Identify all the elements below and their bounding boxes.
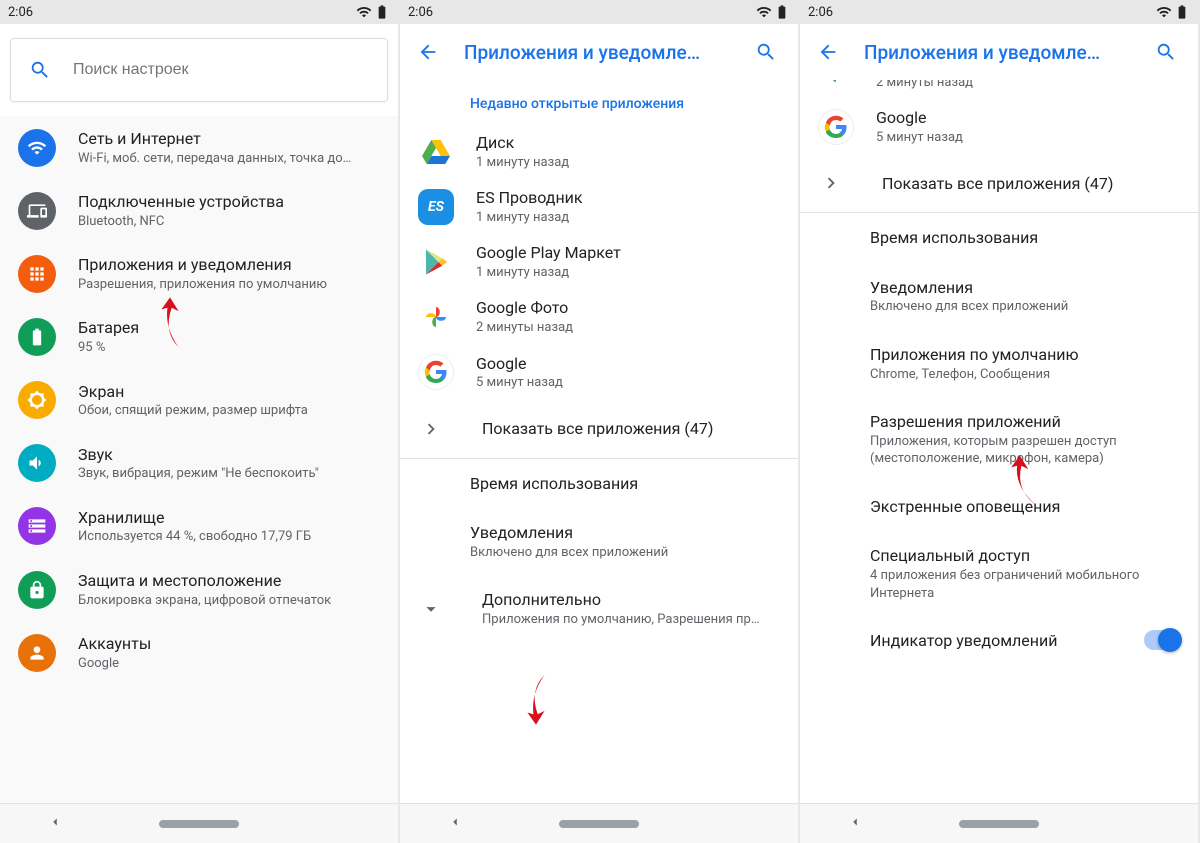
app-row-photos-cut[interactable]: Google Фото 2 минуты назад [800,80,1198,99]
clock: 2:06 [808,5,833,20]
search-icon [1155,41,1177,63]
apps-icon [18,255,56,293]
row-notifications[interactable]: Уведомления Включено для всех приложений [800,263,1198,330]
search-icon [755,41,777,63]
app-row-photos[interactable]: Google Фото 2 минуты назад [400,289,798,344]
app-row-es[interactable]: ES ES Проводник 1 минуту назад [400,179,798,234]
status-icons [756,4,790,20]
item-battery[interactable]: Батарея 95 % [0,305,398,368]
play-store-icon [418,244,454,280]
item-storage[interactable]: Хранилище Используется 44 %, свободно 17… [0,495,398,558]
row-emergency-alerts[interactable]: Экстренные оповещения [800,482,1198,532]
wifi-icon [1156,4,1172,20]
es-explorer-icon: ES [418,189,454,225]
google-photos-icon [818,80,854,90]
status-bar: 2:06 [800,0,1198,24]
account-icon [18,634,56,672]
item-devices[interactable]: Подключенные устройства Bluetooth, NFC [0,179,398,242]
item-apps-notifications[interactable]: Приложения и уведомления Разрешения, при… [0,242,398,305]
nav-back[interactable] [48,814,62,833]
chevron-down-icon [412,598,450,620]
screen-apps-expanded: 2:06 Приложения и уведомле… G [800,0,1198,843]
item-title: Сеть и Интернет [78,128,384,150]
search-icon [29,59,51,81]
app-header: Приложения и уведомле… [800,24,1198,80]
app-header: Приложения и уведомле… [400,24,798,80]
app-row-drive[interactable]: Диск 1 минуту назад [400,124,798,179]
search-button[interactable] [744,30,788,74]
battery-icon [774,4,790,20]
item-network[interactable]: Сеть и Интернет Wi-Fi, моб. сети, переда… [0,116,398,179]
google-photos-icon [418,299,454,335]
apps-content: Недавно открытые приложения Диск 1 минут… [400,80,798,803]
volume-icon [18,444,56,482]
row-default-apps[interactable]: Приложения по умолчанию Chrome, Телефон,… [800,330,1198,397]
status-bar: 2:06 [0,0,398,24]
recent-apps-label: Недавно открытые приложения [400,80,798,124]
screen-apps-notifications: 2:06 Приложения и уведомле… Недавно откр… [400,0,798,843]
annotation-arrow [518,668,554,728]
back-button[interactable] [806,30,850,74]
app-row-google[interactable]: Google 5 минут назад [400,345,798,400]
item-display[interactable]: Экран Обои, спящий режим, размер шрифта [0,369,398,432]
navbar [400,803,798,843]
status-bar: 2:06 [400,0,798,24]
app-row-google[interactable]: Google 5 минут назад [800,99,1198,154]
item-sub: Wi-Fi, моб. сети, передача данных, точка… [78,150,384,168]
search-card[interactable] [10,38,388,102]
search-input[interactable] [73,61,369,79]
chevron-right-icon [412,418,450,440]
row-special-access[interactable]: Специальный доступ 4 приложения без огра… [800,531,1198,616]
arrow-back-icon [817,41,839,63]
nav-home-pill[interactable] [959,820,1039,828]
show-all-apps[interactable]: Показать все приложения (47) [400,400,798,458]
settings-list: Сеть и Интернет Wi-Fi, моб. сети, переда… [0,116,398,803]
navbar [800,803,1198,843]
header-title: Приложения и уведомле… [864,41,1130,64]
drive-icon [418,134,454,170]
lock-icon [18,571,56,609]
battery-icon [374,4,390,20]
status-icons [356,4,390,20]
nav-home-pill[interactable] [159,820,239,828]
back-button[interactable] [406,30,450,74]
google-icon [818,109,854,145]
row-advanced[interactable]: Дополнительно Приложения по умолчанию, Р… [400,575,798,642]
wifi-icon [756,4,772,20]
brightness-icon [18,381,56,419]
app-row-play[interactable]: Google Play Маркет 1 минуту назад [400,234,798,289]
screen-settings-root: 2:06 Сеть и Интернет Wi-Fi, моб. сети, п… [0,0,398,843]
wifi-circle-icon [18,129,56,167]
item-accounts[interactable]: Аккаунты Google [0,621,398,684]
nav-back[interactable] [848,814,862,833]
row-notification-indicator[interactable]: Индикатор уведомлений [800,616,1198,664]
wifi-icon [356,4,372,20]
show-all-apps[interactable]: Показать все приложения (47) [800,154,1198,212]
storage-icon [18,507,56,545]
battery-circle-icon [18,318,56,356]
nav-home-pill[interactable] [559,820,639,828]
google-icon [418,354,454,390]
item-sound[interactable]: Звук Звук, вибрация, режим "Не беспокоит… [0,432,398,495]
arrow-back-icon [417,41,439,63]
nav-back[interactable] [448,814,462,833]
row-app-permissions[interactable]: Разрешения приложений Приложения, которы… [800,397,1198,482]
clock: 2:06 [8,5,33,20]
status-icons [1156,4,1190,20]
battery-icon [1174,4,1190,20]
header-title: Приложения и уведомле… [464,41,730,64]
search-button[interactable] [1144,30,1188,74]
row-usage-time[interactable]: Время использования [400,459,798,509]
clock: 2:06 [408,5,433,20]
row-notifications[interactable]: Уведомления Включено для всех приложений [400,508,798,575]
item-security[interactable]: Защита и местоположение Блокировка экран… [0,558,398,621]
toggle-switch[interactable] [1144,630,1180,650]
apps-expanded-content: Google Фото 2 минуты назад Google 5 мину… [800,80,1198,803]
devices-icon [18,192,56,230]
chevron-right-icon [812,172,850,194]
row-usage-time[interactable]: Время использования [800,213,1198,263]
navbar [0,803,398,843]
